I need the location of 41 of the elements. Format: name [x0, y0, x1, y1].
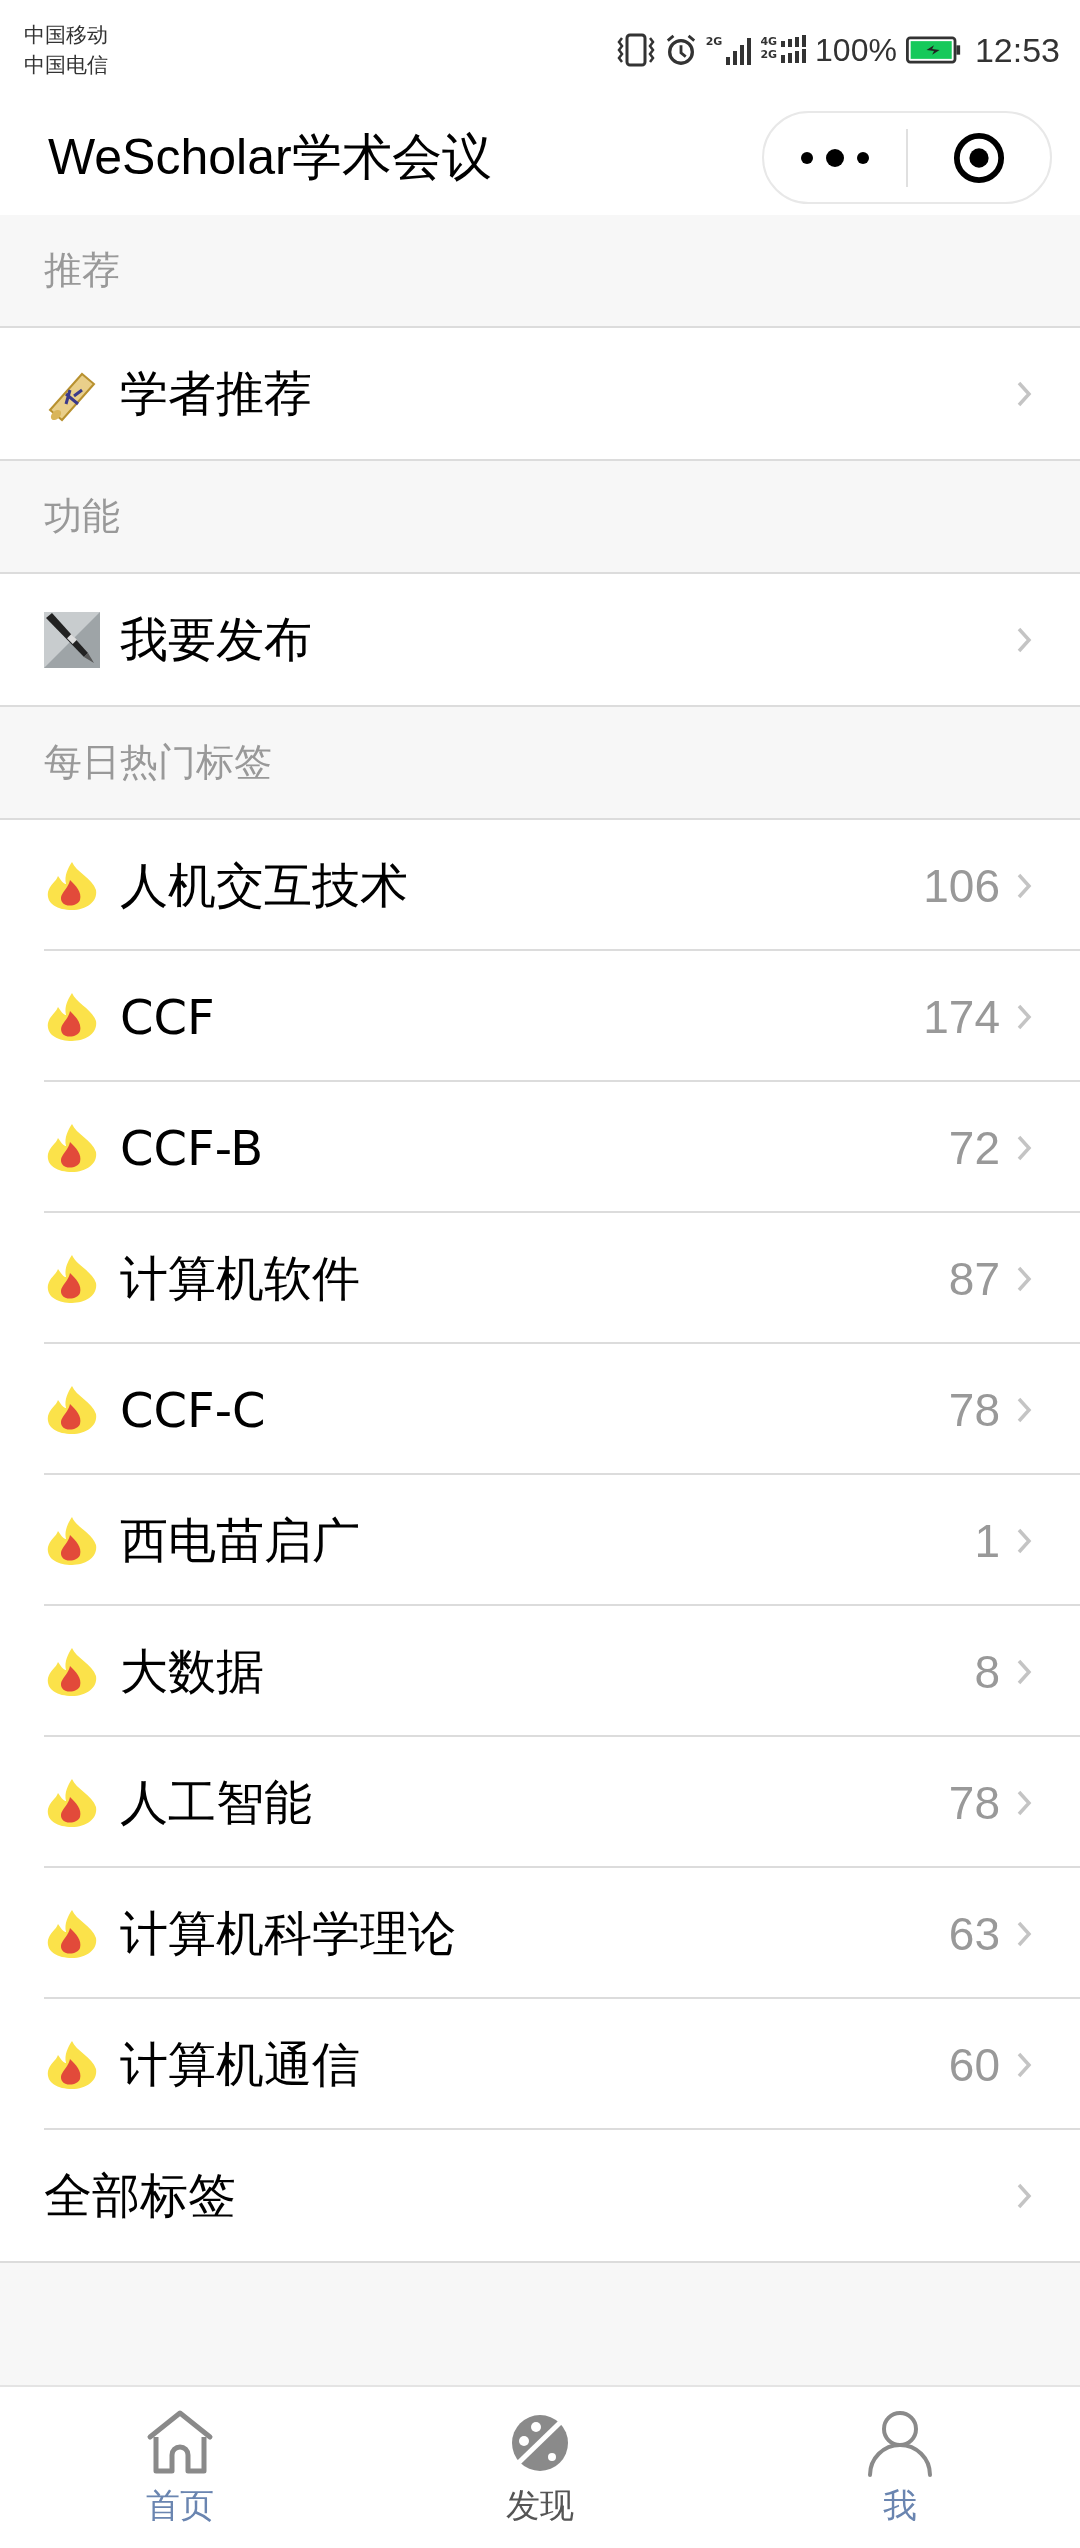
list-item[interactable]: 人机交互技术 106	[0, 820, 1080, 951]
clock-time: 12:53	[974, 30, 1060, 70]
chevron-right-icon	[1016, 625, 1032, 654]
list-item[interactable]: 西电苗启广 1	[0, 1475, 1080, 1606]
battery-icon	[904, 36, 963, 64]
chevron-right-icon	[1016, 2181, 1032, 2210]
vibrate-icon	[615, 32, 656, 68]
chevron-right-icon	[1016, 1395, 1032, 1424]
list-item[interactable]: CCF-C 78	[0, 1344, 1080, 1475]
chevron-right-icon	[1016, 1657, 1032, 1686]
chevron-right-icon	[1016, 1133, 1032, 1162]
carrier-name: 中国电信	[24, 52, 108, 79]
list-item[interactable]: 全部标签	[0, 2130, 1080, 2261]
tab-item[interactable]: 发现	[360, 2387, 720, 2548]
network-type: 4G	[760, 35, 778, 48]
list-item[interactable]: 大数据 8	[0, 1606, 1080, 1737]
chevron-right-icon	[1016, 1264, 1032, 1293]
chevron-right-icon	[1016, 1788, 1032, 1817]
list-item[interactable]: 人工智能 78	[0, 1737, 1080, 1868]
carrier-name: 中国移动	[24, 22, 108, 49]
list-item[interactable]: 我要发布	[0, 574, 1080, 705]
chevron-right-icon	[1016, 1002, 1032, 1031]
list-item[interactable]: 计算机科学理论 63	[0, 1868, 1080, 1999]
list-item[interactable]: CCF-B 72	[0, 1082, 1080, 1213]
network-type: 2G	[760, 48, 778, 61]
chevron-right-icon	[1016, 2050, 1032, 2079]
pen-icon	[44, 611, 100, 668]
list-item[interactable]: 计算机软件 87	[0, 1213, 1080, 1344]
list-item[interactable]: 学者推荐	[0, 328, 1080, 459]
chevron-right-icon	[1016, 1526, 1032, 1555]
chevron-right-icon	[1016, 379, 1032, 408]
network-type: 2G	[705, 35, 723, 48]
battery-level: 100%	[815, 31, 897, 69]
chevron-right-icon	[1016, 871, 1032, 900]
tab-item[interactable]: 首页	[0, 2387, 360, 2548]
page-title: WeScholar学术会议	[48, 128, 492, 187]
list-item[interactable]: CCF 174	[0, 951, 1080, 1082]
list-item[interactable]: 计算机通信 60	[0, 1999, 1080, 2130]
tab-item[interactable]: 我	[720, 2387, 1080, 2548]
target-icon	[953, 131, 1005, 184]
chevron-right-icon	[1016, 1919, 1032, 1948]
